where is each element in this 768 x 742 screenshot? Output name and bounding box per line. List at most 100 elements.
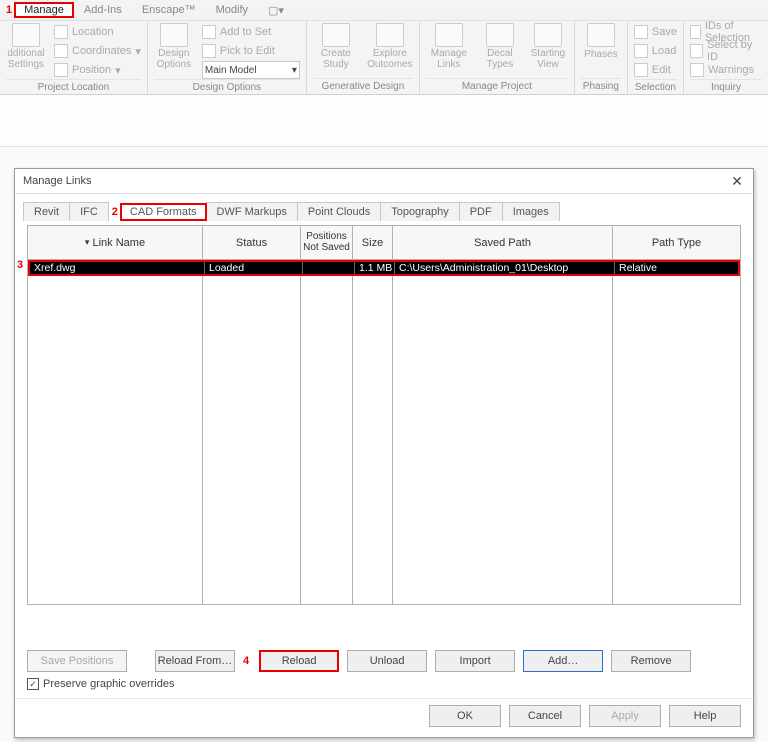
menu-tab-extra[interactable]: ▢▾	[258, 2, 294, 19]
menu-tab-manage[interactable]: Manage	[14, 2, 74, 18]
dialog-footer: OK Cancel Apply Help	[15, 698, 753, 737]
remove-button[interactable]: Remove	[611, 650, 691, 672]
ok-button[interactable]: OK	[429, 705, 501, 727]
position-icon	[54, 63, 68, 77]
cell-positions	[303, 262, 355, 274]
col-positions[interactable]: Positions Not Saved	[301, 226, 353, 259]
annotation-1: 1	[6, 4, 12, 16]
starting-view-button[interactable]: Starting View	[528, 23, 568, 70]
wrench-icon	[12, 23, 40, 47]
select-by-id-button[interactable]: Select by ID	[690, 42, 762, 60]
col-saved-path[interactable]: Saved Path	[393, 226, 613, 259]
annotation-2: 2	[112, 206, 118, 218]
add-button[interactable]: Add…	[523, 650, 603, 672]
position-button[interactable]: Position ▾	[54, 61, 141, 79]
menu-tab-modify[interactable]: Modify	[206, 2, 258, 18]
decal-types-button[interactable]: Decal Types	[480, 23, 520, 70]
starting-view-icon	[534, 23, 562, 47]
group-label: Manage Project	[426, 78, 568, 94]
links-icon	[435, 23, 463, 47]
tab-cad-formats[interactable]: CAD Formats	[120, 203, 207, 221]
col-path-type[interactable]: Path Type	[613, 226, 740, 259]
load-icon	[634, 44, 648, 58]
grid-empty-body	[28, 276, 740, 604]
phases-icon	[587, 23, 615, 47]
tab-ifc[interactable]: IFC	[69, 202, 109, 221]
preserve-checkbox-row: ✓ Preserve graphic overrides	[15, 676, 753, 698]
location-button[interactable]: Location	[54, 23, 141, 41]
group-label: Selection	[634, 79, 677, 95]
edit-selection-button[interactable]: Edit	[634, 61, 677, 79]
close-button[interactable]: ✕	[729, 173, 745, 189]
dialog-title: Manage Links	[23, 175, 92, 187]
tab-revit[interactable]: Revit	[23, 202, 70, 221]
main-model-dropdown[interactable]: Main Model▾	[202, 61, 300, 79]
group-label: Project Location	[6, 79, 141, 95]
group-manage-project: Manage Links Decal Types Starting View M…	[420, 21, 575, 94]
group-selection: Save Load Edit Selection	[628, 21, 684, 94]
col-size[interactable]: Size	[353, 226, 393, 259]
tab-point-clouds[interactable]: Point Clouds	[297, 202, 381, 221]
edit-icon	[634, 63, 648, 77]
coordinates-button[interactable]: Coordinates ▾	[54, 42, 141, 60]
group-label: Phasing	[581, 78, 621, 94]
save-icon	[634, 25, 648, 39]
reload-from-button[interactable]: Reload From…	[155, 650, 235, 672]
manage-links-button[interactable]: Manage Links	[426, 23, 472, 70]
canvas-area	[0, 95, 768, 147]
group-label: Design Options	[154, 79, 300, 95]
create-study-button[interactable]: Create Study	[313, 23, 359, 70]
import-button[interactable]: Import	[435, 650, 515, 672]
tab-topography[interactable]: Topography	[380, 202, 460, 221]
pick-to-edit-button[interactable]: Pick to Edit	[202, 42, 300, 60]
coordinates-icon	[54, 44, 68, 58]
outcomes-icon	[376, 23, 404, 47]
menu-tab-addins[interactable]: Add-Ins	[74, 2, 132, 18]
study-icon	[322, 23, 350, 47]
group-phasing: Phases Phasing	[575, 21, 628, 94]
tab-images[interactable]: Images	[502, 202, 560, 221]
save-selection-button[interactable]: Save	[634, 23, 677, 41]
cell-saved-path: C:\Users\Administration_01\Desktop	[395, 262, 615, 274]
menu-tab-enscape[interactable]: Enscape™	[132, 2, 206, 18]
pick-icon	[202, 44, 216, 58]
group-label: Generative Design	[313, 78, 413, 94]
ribbon-body: dditional Settings Location Coordinates …	[0, 20, 768, 94]
group-label: Inquiry	[690, 79, 762, 95]
reload-button[interactable]: Reload	[259, 650, 339, 672]
explore-outcomes-button[interactable]: Explore Outcomes	[367, 23, 413, 70]
grid-header: ▾ Link Name Status Positions Not Saved S…	[28, 226, 740, 260]
col-link-name[interactable]: ▾ Link Name	[28, 226, 203, 259]
grid-row-selected[interactable]: Xref.dwg Loaded 1.1 MB C:\Users\Administ…	[28, 260, 740, 276]
design-options-button[interactable]: Design Options	[154, 23, 194, 70]
links-grid: ▾ Link Name Status Positions Not Saved S…	[27, 225, 741, 605]
annotation-3: 3	[17, 259, 23, 271]
add-icon	[202, 25, 216, 39]
warnings-button[interactable]: Warnings	[690, 61, 762, 79]
cell-size: 1.1 MB	[355, 262, 395, 274]
col-status[interactable]: Status	[203, 226, 301, 259]
load-selection-button[interactable]: Load	[634, 42, 677, 60]
cancel-button[interactable]: Cancel	[509, 705, 581, 727]
dialog-titlebar: Manage Links ✕	[15, 169, 753, 194]
tab-pdf[interactable]: PDF	[459, 202, 503, 221]
select-icon	[690, 44, 703, 58]
phases-button[interactable]: Phases	[581, 23, 621, 60]
preserve-label: Preserve graphic overrides	[43, 678, 174, 690]
cell-link-name: Xref.dwg	[30, 262, 205, 274]
menu-tabs: 1 Manage Add-Ins Enscape™ Modify ▢▾	[0, 0, 768, 20]
apply-button[interactable]: Apply	[589, 705, 661, 727]
ribbon: 1 Manage Add-Ins Enscape™ Modify ▢▾ ddit…	[0, 0, 768, 95]
preserve-checkbox[interactable]: ✓	[27, 678, 39, 690]
group-inquiry: IDs of Selection Select by ID Warnings I…	[684, 21, 768, 94]
group-project-location: dditional Settings Location Coordinates …	[0, 21, 148, 94]
save-positions-button[interactable]: Save Positions	[27, 650, 127, 672]
design-options-icon	[160, 23, 188, 47]
tab-dwf-markups[interactable]: DWF Markups	[206, 202, 298, 221]
help-button[interactable]: Help	[669, 705, 741, 727]
ids-icon	[690, 25, 701, 39]
unload-button[interactable]: Unload	[347, 650, 427, 672]
globe-icon	[54, 25, 68, 39]
add-to-set-button[interactable]: Add to Set	[202, 23, 300, 41]
additional-settings-button[interactable]: dditional Settings	[6, 23, 46, 70]
